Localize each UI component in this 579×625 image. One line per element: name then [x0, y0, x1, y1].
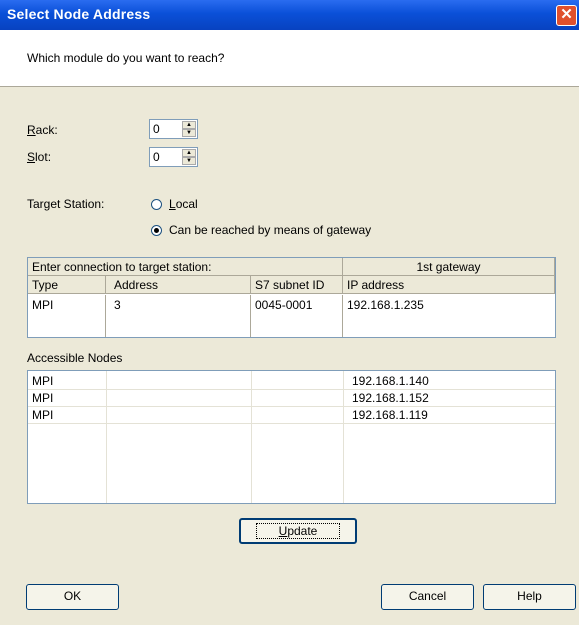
window-title: Select Node Address: [7, 6, 151, 22]
dialog-header: Which module do you want to reach?: [0, 30, 579, 86]
rack-label: Rack:: [27, 123, 58, 137]
cell-ip[interactable]: 192.168.1.235: [343, 295, 555, 315]
slot-spinner[interactable]: 0 ▲ ▼: [149, 147, 198, 167]
accessible-nodes-list[interactable]: MPI 192.168.1.140 MPI 192.168.1.152 MPI …: [27, 370, 556, 504]
slot-down-arrow-icon[interactable]: ▼: [182, 157, 196, 165]
local-radio-label[interactable]: Local: [169, 197, 198, 211]
cell-empty[interactable]: [106, 315, 251, 337]
rack-up-arrow-icon[interactable]: ▲: [182, 121, 196, 129]
cell-empty[interactable]: [28, 315, 106, 337]
table-row-empty[interactable]: [28, 315, 555, 337]
rack-spinner[interactable]: 0 ▲ ▼: [149, 119, 198, 139]
node-type[interactable]: MPI: [32, 391, 53, 405]
node-ip[interactable]: 192.168.1.140: [352, 374, 429, 388]
list-item[interactable]: MPI 192.168.1.140: [28, 373, 555, 390]
cell-subnet[interactable]: 0045-0001: [251, 295, 343, 315]
radio-selected-dot: [154, 228, 159, 233]
slot-value[interactable]: 0: [153, 150, 160, 164]
node-ip[interactable]: 192.168.1.119: [352, 408, 428, 422]
column-header-subnet[interactable]: S7 subnet ID: [251, 276, 343, 294]
node-type[interactable]: MPI: [32, 408, 53, 422]
connection-table: Enter connection to target station: 1st …: [27, 257, 556, 338]
title-bar: Select Node Address ✕: [0, 0, 579, 30]
close-button[interactable]: ✕: [556, 5, 577, 26]
cell-address[interactable]: 3: [106, 295, 251, 315]
update-button[interactable]: Update: [239, 518, 357, 544]
slot-label: Slot:: [27, 150, 52, 164]
header-divider: [0, 86, 579, 87]
rack-value[interactable]: 0: [153, 122, 160, 136]
group-header-gateway: 1st gateway: [343, 258, 555, 276]
slot-up-arrow-icon[interactable]: ▲: [182, 149, 196, 157]
cancel-button[interactable]: Cancel: [381, 584, 474, 610]
target-station-label: Target Station:: [27, 197, 105, 211]
help-button[interactable]: Help: [483, 584, 576, 610]
list-item[interactable]: MPI 192.168.1.152: [28, 390, 555, 407]
rack-down-arrow-icon[interactable]: ▼: [182, 129, 196, 137]
ok-button[interactable]: OK: [26, 584, 119, 610]
accessible-nodes-label: Accessible Nodes: [27, 351, 123, 365]
column-header-type[interactable]: Type: [28, 276, 106, 294]
table-row[interactable]: MPI 3 0045-0001 192.168.1.235: [28, 295, 555, 315]
node-type[interactable]: MPI: [32, 374, 53, 388]
node-ip[interactable]: 192.168.1.152: [352, 391, 429, 405]
cell-type[interactable]: MPI: [28, 295, 106, 315]
column-header-ip[interactable]: IP address: [343, 276, 555, 294]
cell-empty[interactable]: [251, 315, 343, 337]
gateway-radio[interactable]: [151, 225, 162, 236]
header-question: Which module do you want to reach?: [27, 51, 225, 65]
local-radio[interactable]: [151, 199, 162, 210]
list-item[interactable]: MPI 192.168.1.119: [28, 407, 555, 424]
column-header-address[interactable]: Address: [106, 276, 251, 294]
group-header-connection: Enter connection to target station:: [28, 258, 343, 276]
gateway-radio-label[interactable]: Can be reached by means of gateway: [169, 223, 371, 237]
